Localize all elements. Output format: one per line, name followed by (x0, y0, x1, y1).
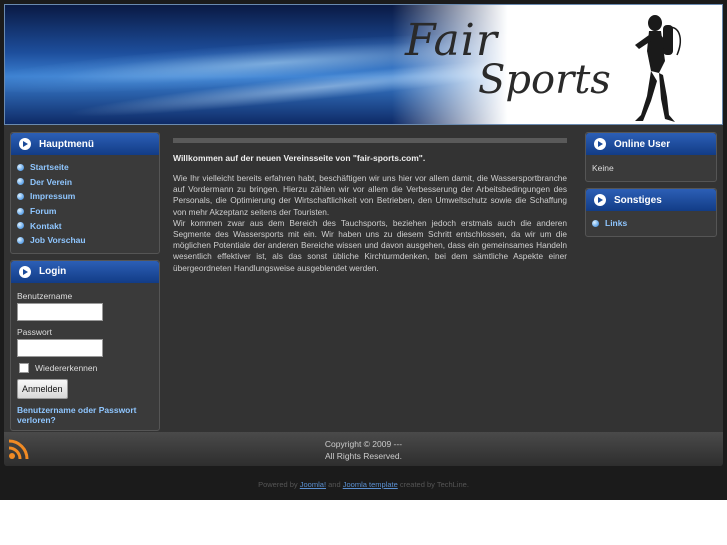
login-title: Login (39, 266, 67, 278)
diver-logo-icon (635, 15, 682, 122)
intro-paragraph-2: Wir kommen zwar aus dem Bereich des Tauc… (173, 217, 567, 273)
sonstiges-module: Sonstiges Links (585, 188, 717, 237)
menu-item-label: Startseite (30, 162, 69, 173)
menu-item-label: Kontakt (30, 220, 62, 231)
bullet-dot-icon (17, 222, 24, 230)
password-input[interactable] (17, 338, 103, 357)
header-banner: Fair Sports (4, 4, 723, 125)
online-user-header: Online User (586, 133, 716, 155)
username-label: Benutzername (17, 290, 73, 301)
logo-text-sports: Sports (478, 57, 611, 103)
joomla-link[interactable]: Joomla! (300, 480, 326, 489)
and-text: and (328, 480, 341, 489)
rights-text: All Rights Reserved. (324, 451, 402, 461)
main-menu-header: Hauptmenü (11, 133, 159, 155)
menu-item-links[interactable]: Links (592, 216, 710, 231)
login-module: Login Benutzername Passwort Wiedererkenn… (10, 259, 160, 431)
powered-prefix: Powered by (258, 480, 298, 489)
welcome-heading: Willkommen auf der neuen Vereinsseite vo… (173, 153, 426, 163)
username-input[interactable] (17, 302, 103, 321)
bullet-dot-icon (17, 163, 24, 171)
created-by-text: created by TechLine. (399, 480, 469, 489)
play-bullet-icon (19, 265, 31, 278)
login-header: Login (11, 260, 159, 283)
menu-item-forum[interactable]: Forum (17, 204, 153, 219)
menu-item-impressum[interactable]: Impressum (17, 189, 153, 204)
menu-item-der-verein[interactable]: Der Verein (17, 175, 153, 190)
copyright-block: Copyright © 2009 --- All Rights Reserved… (4, 438, 723, 462)
menu-item-job-vorschau[interactable]: Job Vorschau (17, 233, 153, 248)
content-top-bar (173, 138, 567, 143)
bullet-dot-icon (17, 207, 24, 215)
joomla-template-link[interactable]: Joomla template (343, 480, 398, 489)
footer-bar: Copyright © 2009 --- All Rights Reserved… (4, 432, 723, 466)
online-user-module: Online User Keine (585, 132, 717, 182)
forgot-password-link[interactable]: Benutzername oder Passwort verloren? (17, 405, 153, 425)
online-user-title: Online User (614, 138, 671, 150)
online-user-body: Keine (586, 155, 716, 181)
menu-item-label: Job Vorschau (30, 235, 86, 246)
play-bullet-icon (19, 138, 31, 150)
main-menu-title: Hauptmenü (39, 138, 94, 150)
menu-item-kontakt[interactable]: Kontakt (17, 218, 153, 233)
main-content: Willkommen auf der neuen Vereinsseite vo… (173, 138, 567, 274)
menu-item-label: Der Verein (30, 176, 73, 187)
menu-item-label: Forum (30, 206, 57, 217)
powered-by-line: Powered by Joomla! and Joomla template c… (0, 480, 727, 489)
login-form: Benutzername Passwort Wiedererkennen Anm… (11, 283, 159, 430)
site-wrapper: Fair Sports Hauptmenü Startseite Der Ver… (4, 4, 723, 466)
remember-checkbox[interactable] (19, 362, 29, 373)
remember-row: Wiedererkennen (17, 362, 153, 373)
play-bullet-icon (594, 138, 606, 150)
play-bullet-icon (594, 194, 606, 206)
copyright-text: Copyright © 2009 --- (324, 439, 403, 449)
password-label: Passwort (17, 326, 52, 337)
menu-item-label: Impressum (30, 191, 76, 202)
page-background: Fair Sports Hauptmenü Startseite Der Ver… (0, 0, 727, 500)
menu-item-label: Links (605, 218, 628, 229)
menu-item-startseite[interactable]: Startseite (17, 160, 153, 175)
right-column: Online User Keine Sonstiges Links (585, 132, 717, 243)
left-column: Hauptmenü Startseite Der Verein Impressu… (10, 132, 160, 437)
sonstiges-title: Sonstiges (614, 194, 662, 206)
sonstiges-list: Links (586, 211, 716, 236)
main-menu-list: Startseite Der Verein Impressum Forum Ko… (11, 155, 159, 253)
sonstiges-header: Sonstiges (586, 189, 716, 211)
bullet-dot-icon (17, 178, 24, 186)
bullet-dot-icon (592, 219, 599, 227)
remember-label: Wiedererkennen (35, 362, 98, 373)
online-user-text: Keine (592, 163, 614, 173)
login-button[interactable]: Anmelden (17, 378, 68, 399)
intro-paragraph-1: Wie Ihr vielleicht bereits erfahren habt… (173, 173, 567, 217)
bullet-dot-icon (17, 192, 24, 200)
bullet-dot-icon (17, 236, 24, 244)
main-menu-module: Hauptmenü Startseite Der Verein Impressu… (10, 132, 160, 254)
